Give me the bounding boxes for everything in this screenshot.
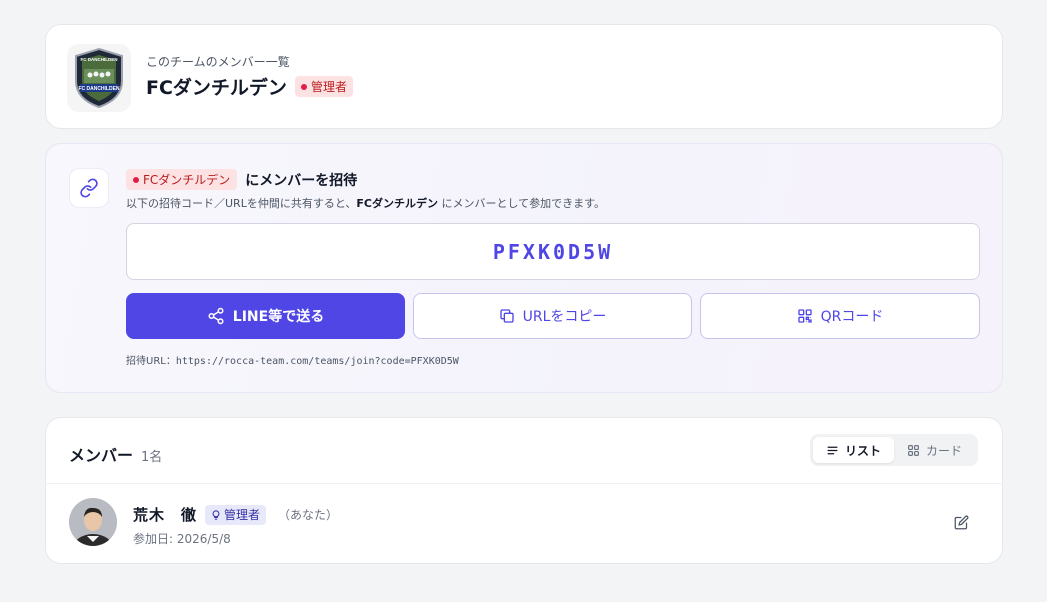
invite-team-tag: FCダンチルデン <box>126 169 238 190</box>
members-card: メンバー 1名 リスト カード 荒木 徹 管理者 （あなた） 参加日: 2026… <box>45 417 1003 564</box>
member-role-label: 管理者 <box>224 508 261 522</box>
team-name: FCダンチルデン <box>146 77 287 99</box>
lightbulb-icon <box>212 509 220 520</box>
member-row: 荒木 徹 管理者 （あなた） 参加日: 2026/5/8 <box>46 484 1002 564</box>
share-icon <box>208 307 224 325</box>
view-list-button[interactable]: リスト <box>813 437 894 463</box>
members-title: メンバー <box>69 446 134 465</box>
list-icon <box>827 446 838 454</box>
qr-code-label: QRコード <box>820 309 884 325</box>
invite-desc-prefix: 以下の招待コード／URLを仲間に共有すると、 <box>126 197 357 210</box>
edit-icon <box>954 515 969 530</box>
status-dot <box>300 83 307 90</box>
copy-url-label: URLをコピー <box>522 309 607 325</box>
team-header-card: FC DANCHILDEN FC DANCHILDEN このチームのメンバー一覧… <box>45 24 1003 129</box>
invite-url-value: https://rocca-team.com/teams/join?code=P… <box>175 356 459 367</box>
invite-desc-suffix: にメンバーとして参加できます。 <box>437 197 606 210</box>
invite-code-display[interactable]: PFXK0D5W <box>126 223 980 280</box>
logo-top-text: FC DANCHILDEN <box>81 57 118 62</box>
grid-icon <box>908 444 919 456</box>
invite-description: 以下の招待コード／URLを仲間に共有すると、FCダンチルデン にメンバーとして参… <box>126 195 605 211</box>
logo-bottom-text: FC DANCHILDEN <box>78 86 119 92</box>
tag-dot <box>133 176 139 183</box>
view-card-label: カード <box>925 443 962 458</box>
member-you-label: （あなた） <box>278 508 339 522</box>
edit-member-button[interactable] <box>954 515 970 531</box>
invite-team-tag-label: FCダンチルデン <box>143 173 231 187</box>
view-list-label: リスト <box>844 443 881 458</box>
link-icon <box>69 168 109 208</box>
copy-url-button[interactable]: URLをコピー <box>413 293 692 339</box>
send-line-label: LINE等で送る <box>232 309 325 325</box>
members-count: 1名 <box>141 450 163 465</box>
copy-icon <box>499 309 514 323</box>
view-card-button[interactable]: カード <box>894 437 975 463</box>
send-line-button[interactable]: LINE等で送る <box>126 293 405 339</box>
invite-title: にメンバーを招待 <box>245 172 358 189</box>
invite-url[interactable]: 招待URL：https://rocca-team.com/teams/join?… <box>126 352 459 367</box>
invite-url-label: 招待URL： <box>126 356 176 367</box>
avatar <box>69 498 117 546</box>
qr-code-button[interactable]: QRコード <box>700 293 980 339</box>
member-role-badge: 管理者 <box>205 504 267 525</box>
invite-card: FCダンチルデン にメンバーを招待 以下の招待コード／URLを仲間に共有すると、… <box>45 143 1003 393</box>
team-logo: FC DANCHILDEN FC DANCHILDEN <box>67 44 131 112</box>
member-joined-date: 参加日: 2026/5/8 <box>133 532 231 546</box>
member-name: 荒木 徹 <box>133 506 198 524</box>
role-badge-label: 管理者 <box>310 80 347 94</box>
invite-desc-team: FCダンチルデン <box>356 197 438 210</box>
team-subtitle: このチームのメンバー一覧 <box>146 55 290 69</box>
view-toggle: リスト カード <box>810 434 978 466</box>
qr-code-icon <box>797 309 812 323</box>
role-badge: 管理者 <box>294 76 353 97</box>
